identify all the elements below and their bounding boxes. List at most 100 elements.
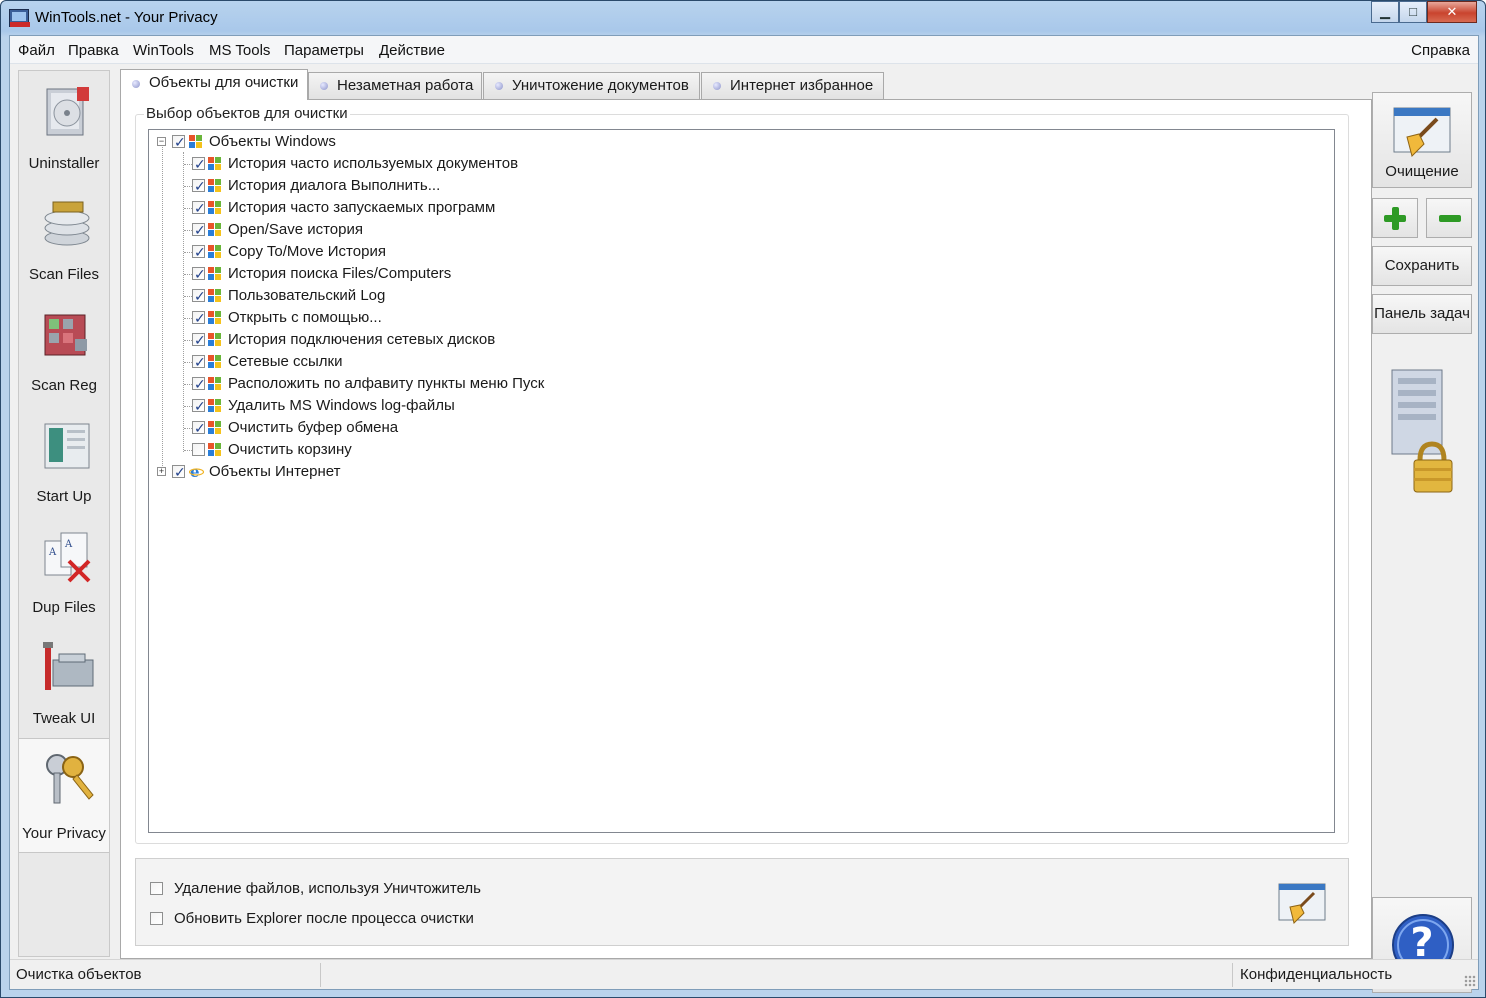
checkbox[interactable] [192, 395, 206, 417]
checkbox[interactable] [192, 197, 206, 219]
tree-connector [184, 450, 192, 451]
checkbox[interactable] [192, 219, 206, 241]
tree-item[interactable]: История часто запускаемых программ [149, 197, 1334, 219]
tree-item-label: Очистить корзину [228, 441, 352, 458]
title-bar[interactable]: WinTools.net - Your Privacy ▁ □ ✕ [1, 1, 1485, 35]
menu-file[interactable]: Файл [18, 42, 55, 59]
windows-logo-icon [208, 157, 222, 171]
tree-connector [184, 428, 192, 429]
status-bar: Очистка объектов Конфиденциальность [10, 959, 1478, 989]
checkbox[interactable] [192, 241, 206, 263]
add-button[interactable] [1372, 198, 1418, 238]
checkbox[interactable] [192, 351, 206, 373]
tree-item-label: История диалога Выполнить... [228, 177, 441, 194]
tree-item[interactable]: История поиска Files/Computers [149, 263, 1334, 285]
sidebar-item-scan-reg[interactable]: Scan Reg [19, 293, 109, 404]
menu-help[interactable]: Справка [1411, 42, 1470, 59]
tree-item-label: Удалить MS Windows log-файлы [228, 397, 455, 414]
taskbar-button[interactable]: Панель задач [1372, 294, 1472, 334]
sidebar-item-tweak-ui[interactable]: Tweak UI [19, 626, 109, 737]
checkbox[interactable] [192, 307, 206, 329]
tree-item[interactable]: Очистить буфер обмена [149, 417, 1334, 439]
client-area: Файл Правка WinTools MS Tools Параметры … [9, 35, 1479, 993]
tree-item[interactable]: Расположить по алфавиту пункты меню Пуск [149, 373, 1334, 395]
svg-text:A: A [64, 539, 73, 550]
svg-text:e: e [190, 464, 200, 479]
sidebar-item-label: Dup Files [32, 599, 96, 616]
menu-wintools[interactable]: WinTools [133, 42, 194, 59]
tree-item[interactable]: История часто используемых документов [149, 153, 1334, 175]
tree-item[interactable]: Сетевые ссылки [149, 351, 1334, 373]
option-label: Удаление файлов, используя Уничтожитель [174, 880, 481, 897]
tab-document-shredder[interactable]: Уничтожение документов [483, 72, 700, 99]
checkbox[interactable] [192, 373, 206, 395]
windows-logo-icon [208, 399, 222, 413]
tree-item-label: Copy To/Move История [228, 243, 386, 260]
save-button[interactable]: Сохранить [1372, 246, 1472, 286]
sidebar-item-scan-files[interactable]: Scan Files [19, 182, 109, 293]
remove-button[interactable] [1426, 198, 1472, 238]
windows-logo-icon [208, 223, 222, 237]
tree-item[interactable]: Copy To/Move История [149, 241, 1334, 263]
cleanup-objects-group: Выбор объектов для очистки − Объекты Win… [135, 105, 1349, 844]
taskbar-label: Панель задач [1374, 305, 1470, 322]
sidebar-item-label: Scan Reg [31, 377, 97, 394]
sidebar-item-label: Start Up [36, 488, 92, 505]
checkbox[interactable] [172, 461, 186, 483]
tab-stealth-mode[interactable]: Незаметная работа [308, 72, 482, 99]
window-title: WinTools.net - Your Privacy [35, 9, 218, 26]
checkbox[interactable] [192, 417, 206, 439]
close-button[interactable]: ✕ [1427, 1, 1477, 23]
menu-edit[interactable]: Правка [68, 42, 119, 59]
tree-item[interactable]: История подключения сетевых дисков [149, 329, 1334, 351]
checkbox[interactable] [192, 263, 206, 285]
checkbox[interactable] [150, 912, 163, 925]
tab-label: Уничтожение документов [512, 77, 689, 94]
tree-node-internet[interactable]: + e Объекты Интернет [149, 461, 1334, 483]
app-window: WinTools.net - Your Privacy ▁ □ ✕ Файл П… [0, 0, 1486, 998]
collapse-icon[interactable]: − [157, 137, 166, 146]
tab-cleanup-objects[interactable]: Объекты для очистки [120, 69, 308, 100]
sidebar-item-your-privacy[interactable]: Your Privacy [19, 738, 109, 853]
cleanup-tree[interactable]: − Объекты Windows История часто ис [148, 129, 1335, 833]
tree-node-windows[interactable]: − Объекты Windows [149, 131, 1334, 153]
tree-node-label: Объекты Интернет [209, 463, 341, 480]
sidebar-item-uninstaller[interactable]: Uninstaller [19, 71, 109, 182]
status-separator [1232, 963, 1233, 987]
checkbox[interactable] [192, 175, 206, 197]
checkbox[interactable] [172, 131, 186, 153]
checkbox[interactable] [192, 285, 206, 307]
app-icon[interactable] [9, 9, 30, 27]
tree-item[interactable]: Пользовательский Log [149, 285, 1334, 307]
windows-logo-icon [208, 355, 222, 369]
checkbox[interactable] [192, 443, 205, 456]
tree-item[interactable]: Открыть с помощью... [149, 307, 1334, 329]
tree-item[interactable]: История диалога Выполнить... [149, 175, 1334, 197]
minimize-button[interactable]: ▁ [1371, 1, 1399, 23]
tab-internet-favorites[interactable]: Интернет избранное [701, 72, 884, 99]
resize-grip[interactable] [1464, 975, 1476, 987]
checkbox[interactable] [192, 329, 206, 351]
checkbox[interactable] [192, 153, 206, 175]
menu-action[interactable]: Действие [379, 42, 445, 59]
clean-button[interactable]: Очищение [1372, 92, 1472, 188]
menu-mstools[interactable]: MS Tools [209, 42, 270, 59]
checkbox[interactable] [150, 882, 163, 895]
tree-item-label: Open/Save история [228, 221, 363, 238]
sidebar-item-start-up[interactable]: Start Up [19, 404, 109, 515]
tree-item[interactable]: Удалить MS Windows log-файлы [149, 395, 1334, 417]
windows-logo-icon [208, 333, 222, 347]
tree-item[interactable]: Очистить корзину [149, 439, 1334, 461]
tree-item[interactable]: Open/Save история [149, 219, 1334, 241]
menu-parameters[interactable]: Параметры [284, 42, 364, 59]
windows-logo-icon [208, 245, 222, 259]
maximize-button[interactable]: □ [1399, 1, 1427, 23]
expand-icon[interactable]: + [157, 467, 166, 476]
tab-panel: Выбор объектов для очистки − Объекты Win… [120, 99, 1372, 959]
tweak-ui-icon [43, 642, 94, 690]
sidebar-item-dup-files[interactable]: A A Dup Files [19, 515, 109, 626]
tree-item-label: Сетевые ссылки [228, 353, 343, 370]
broom-clean-icon[interactable] [1278, 883, 1326, 925]
tree-connector [184, 406, 192, 407]
options-panel: Удаление файлов, используя Уничтожитель … [135, 858, 1349, 946]
